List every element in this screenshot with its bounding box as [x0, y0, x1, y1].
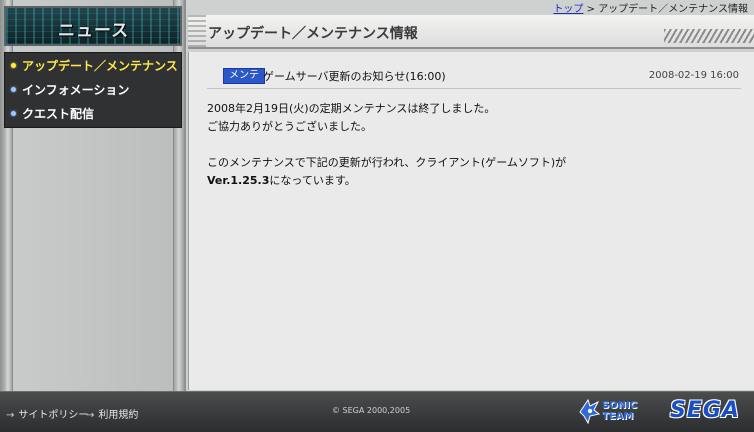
sidebar-menu: アップデート／メンテナンス インフォメーション クエスト配信 [4, 52, 182, 128]
body-line: ご協力ありがとうございました。 [207, 120, 372, 133]
bullet-icon [11, 86, 16, 92]
page-header: アップデート／メンテナンス情報 [188, 15, 754, 49]
news-item-header: メンテ ゲームサーバ更新のお知らせ(16:00) 2008-02-19 16:0… [207, 66, 741, 89]
arrow-right-icon: → [86, 410, 95, 421]
sega-logo[interactable]: SEGA [670, 398, 746, 426]
footer: → サイトポリシー → 利用規約 © SEGA 2000,2005 SONIC TE… [0, 391, 754, 432]
arrow-right-icon: → [6, 410, 15, 421]
bullet-icon [11, 110, 16, 116]
sonic-team-text: SONIC TEAM [602, 400, 638, 422]
breadcrumb-current: アップデート／メンテナンス情報 [598, 4, 748, 15]
section-logo-title: ニュース [58, 21, 130, 41]
section-logo: ニュース [4, 6, 182, 46]
sidebar: ニュース アップデート／メンテナンス インフォメーション クエスト配信 [0, 0, 186, 392]
sega-logo-text: SEGA [670, 398, 740, 423]
copyright: © SEGA 2000,2005 [332, 406, 411, 415]
terms-link[interactable]: → 利用規約 [86, 406, 138, 421]
sidebar-item-quest-delivery[interactable]: クエスト配信 [5, 101, 181, 125]
terms-label: 利用規約 [98, 410, 139, 421]
sidebar-item-label: インフォメーション [22, 82, 130, 97]
sidebar-item-label: クエスト配信 [22, 106, 95, 121]
breadcrumb: トップ > アップデート／メンテナンス情報 [553, 0, 748, 15]
news-title: ゲームサーバ更新のお知らせ(16:00) [263, 70, 446, 83]
content-panel: メンテ ゲームサーバ更新のお知らせ(16:00) 2008-02-19 16:0… [188, 52, 754, 390]
bullet-icon [11, 62, 16, 68]
version-number: Ver.1.25.3 [207, 174, 270, 187]
header-decoration [188, 15, 206, 47]
sonic-head-icon [579, 398, 601, 425]
category-badge: メンテ [223, 68, 265, 84]
news-date: 2008-02-19 16:00 [648, 70, 739, 81]
body-line: 2008年2月19日(火)の定期メンテナンスは終了しました。 [207, 102, 496, 115]
top-strip: トップ > アップデート／メンテナンス情報 [186, 0, 754, 15]
breadcrumb-home-link[interactable]: トップ [553, 4, 583, 15]
body-line-version: Ver.1.25.3になっています。 [207, 172, 727, 190]
site-policy-link[interactable]: → サイトポリシー [6, 406, 88, 421]
body-line: このメンテナンスで下記の更新が行われ、クライアント(ゲームソフト)が [207, 156, 567, 169]
site-policy-label: サイトポリシー [18, 410, 89, 421]
sonic-team-logo[interactable]: SONIC TEAM [578, 398, 662, 426]
page-title: アップデート／メンテナンス情報 [208, 26, 418, 42]
sidebar-item-update-maintenance[interactable]: アップデート／メンテナンス [5, 53, 181, 77]
sidebar-item-information[interactable]: インフォメーション [5, 77, 181, 101]
breadcrumb-separator: > [586, 4, 595, 15]
header-stripes [664, 29, 754, 43]
sidebar-item-label: アップデート／メンテナンス [22, 58, 178, 73]
version-suffix: になっています。 [269, 174, 356, 187]
news-body: 2008年2月19日(火)の定期メンテナンスは終了しました。 ご協力ありがとうご… [207, 100, 727, 190]
